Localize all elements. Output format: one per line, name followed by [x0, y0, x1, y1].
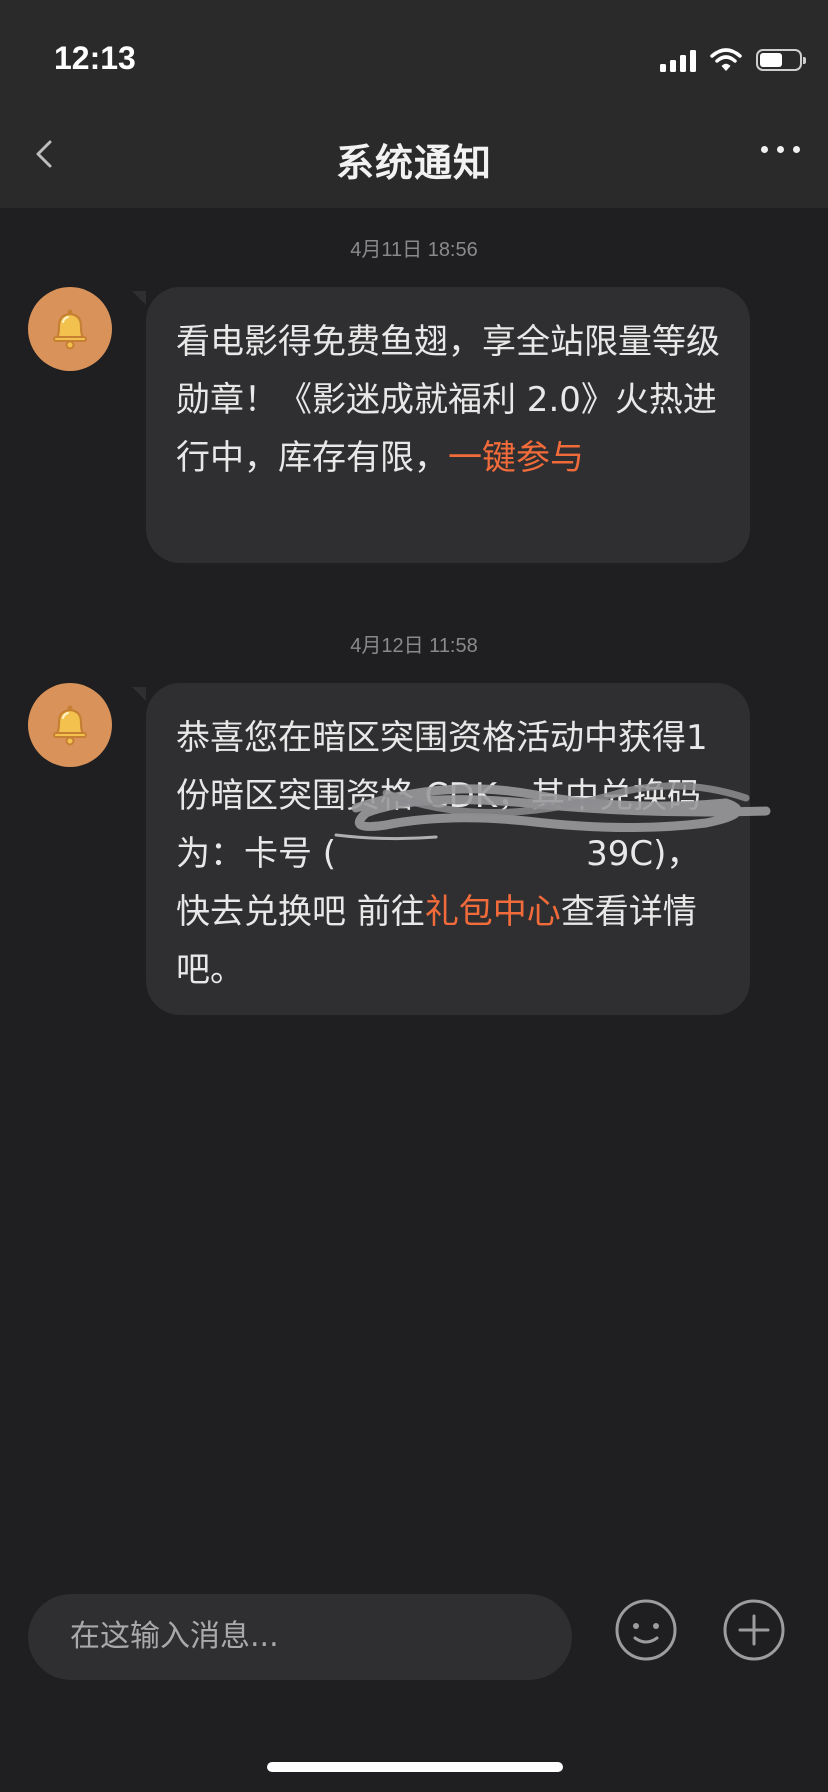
- avatar: [28, 287, 112, 371]
- status-bar: 12:13: [0, 0, 828, 100]
- message-bubble: 看电影得免费鱼翅，享全站限量等级勋章！《影迷成就福利 2.0》火热进行中，库存有…: [132, 287, 750, 563]
- avatar: [28, 683, 112, 767]
- redaction-scribble: [334, 782, 771, 841]
- emoji-icon[interactable]: [614, 1598, 678, 1662]
- bell-icon: [53, 705, 87, 746]
- battery-icon: [756, 49, 806, 71]
- more-dots-icon[interactable]: [761, 146, 800, 153]
- wifi-icon: [710, 48, 742, 71]
- battery-level: [760, 53, 783, 67]
- status-time: 12:13: [54, 40, 136, 76]
- message-timestamp: 4月11日 18:56: [350, 239, 478, 261]
- home-indicator[interactable]: [267, 1762, 563, 1772]
- message-bubble: 恭喜您在暗区突围资格活动中获得1份暗区突围资格 CDK，其中兑换码为：卡号 (3…: [132, 683, 771, 1015]
- nav-bar: 系统通知: [0, 100, 828, 208]
- message-input[interactable]: 在这输入消息...: [28, 1594, 572, 1680]
- input-area: 在这输入消息...: [0, 1586, 828, 1696]
- cellular-signal-icon: [660, 48, 696, 72]
- bell-icon: [53, 309, 87, 350]
- gift-center-link[interactable]: 礼包中心: [425, 892, 561, 932]
- message-timestamp: 4月12日 11:58: [350, 635, 478, 657]
- plus-circle-icon[interactable]: [722, 1598, 786, 1662]
- join-link[interactable]: 一键参与: [448, 438, 584, 478]
- status-icons: [660, 44, 806, 76]
- page-title: 系统通知: [335, 141, 492, 185]
